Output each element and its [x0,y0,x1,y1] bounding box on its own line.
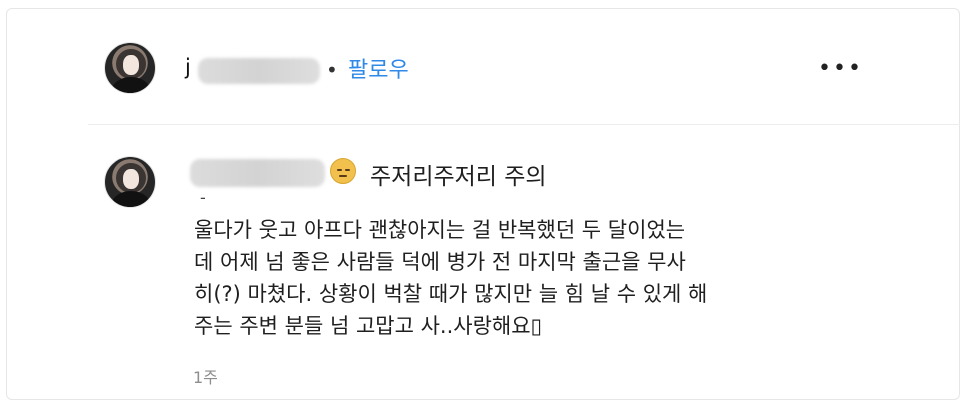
redacted-username [198,58,320,84]
comment-avatar[interactable] [104,156,156,208]
avatar-body [111,191,151,207]
comment-line: 울다가 웃고 아프다 괜찮아지는 걸 반복했던 두 달이었는 [194,218,686,242]
header-divider [88,124,960,125]
comment-body: 울다가 웃고 아프다 괜찮아지는 걸 반복했던 두 달이었는 데 어제 넘 좋은… [194,214,854,342]
comment-caption: 주저리주저리 주의 [370,164,547,190]
profile-avatar[interactable] [104,42,156,94]
avatar-face [123,55,139,75]
avatar-body [111,77,151,93]
comment-timestamp[interactable]: 1주 [193,364,218,388]
username[interactable]: j [185,55,191,79]
more-options-icon[interactable]: ••• [818,56,863,81]
comment-line: 데 어제 넘 좋은 사람들 덕에 병가 전 마지막 출근을 무사 [194,250,686,274]
redacted-commenter-name [190,159,325,187]
follow-button[interactable]: 팔로우 [348,52,409,84]
caption-dash: - [200,188,206,207]
comment-line: 주는 주변 분들 넘 고맙고 사..사랑해요▯ [194,314,543,338]
separator-dot: • [326,58,338,82]
avatar-face [123,169,139,189]
pensive-face-emoji-icon [330,158,356,184]
comment-line: 히(?) 마쳤다. 상황이 벅찰 때가 많지만 늘 힘 날 수 있게 해 [194,282,708,306]
